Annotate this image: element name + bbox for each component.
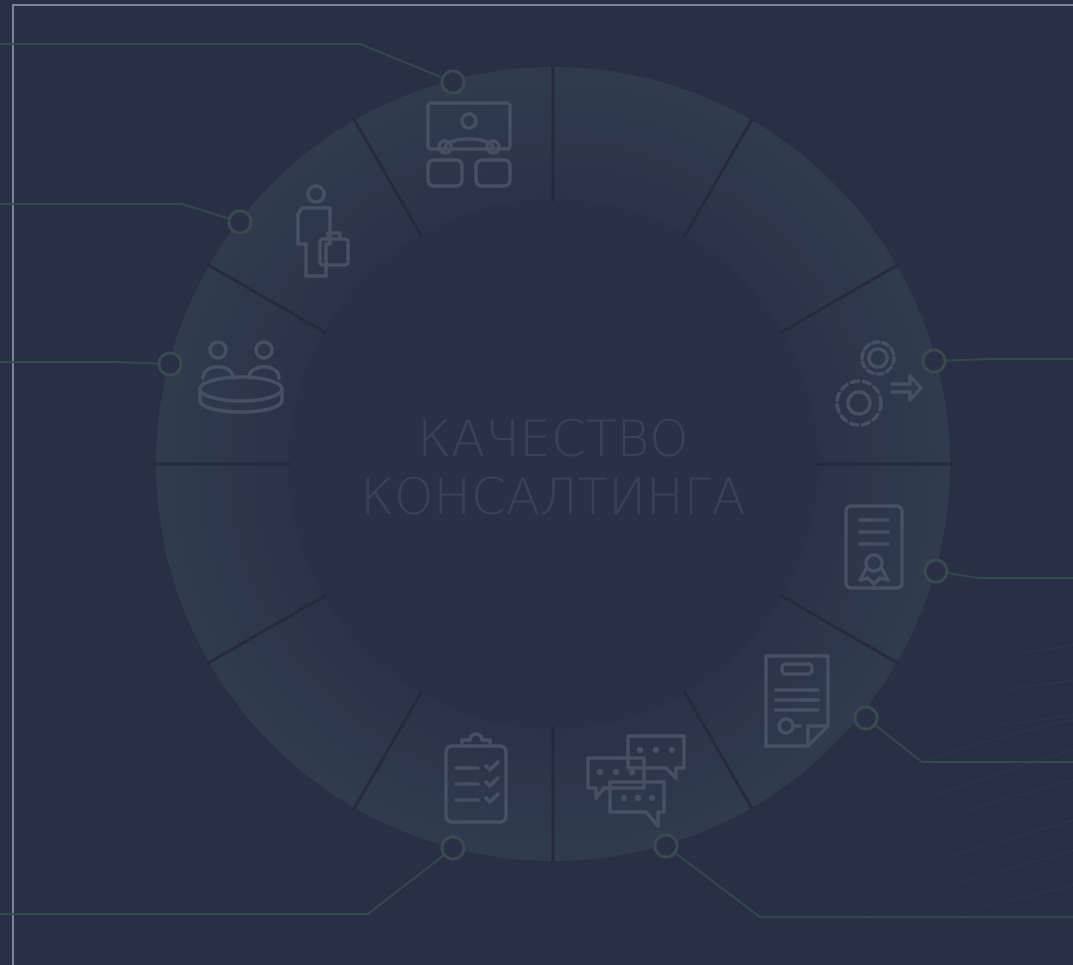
connector-dot-4	[440, 835, 466, 861]
connector-dot-7	[853, 705, 879, 731]
connector-dot-1	[440, 69, 466, 95]
center-title-line-2: КОНСАЛТИНГА	[360, 468, 746, 526]
connector-dot-6	[923, 558, 949, 584]
connector-dot-3	[157, 351, 183, 377]
diagram-stage: КАЧЕСТВО КОНСАЛТИНГА	[0, 0, 1073, 965]
center-title-line-1: КАЧЕСТВО	[417, 410, 689, 468]
connector-dot-2	[227, 209, 253, 235]
connector-dot-5	[921, 348, 947, 374]
center-title: КАЧЕСТВО КОНСАЛТИНГА	[303, 410, 803, 526]
connector-dot-8	[653, 833, 679, 859]
